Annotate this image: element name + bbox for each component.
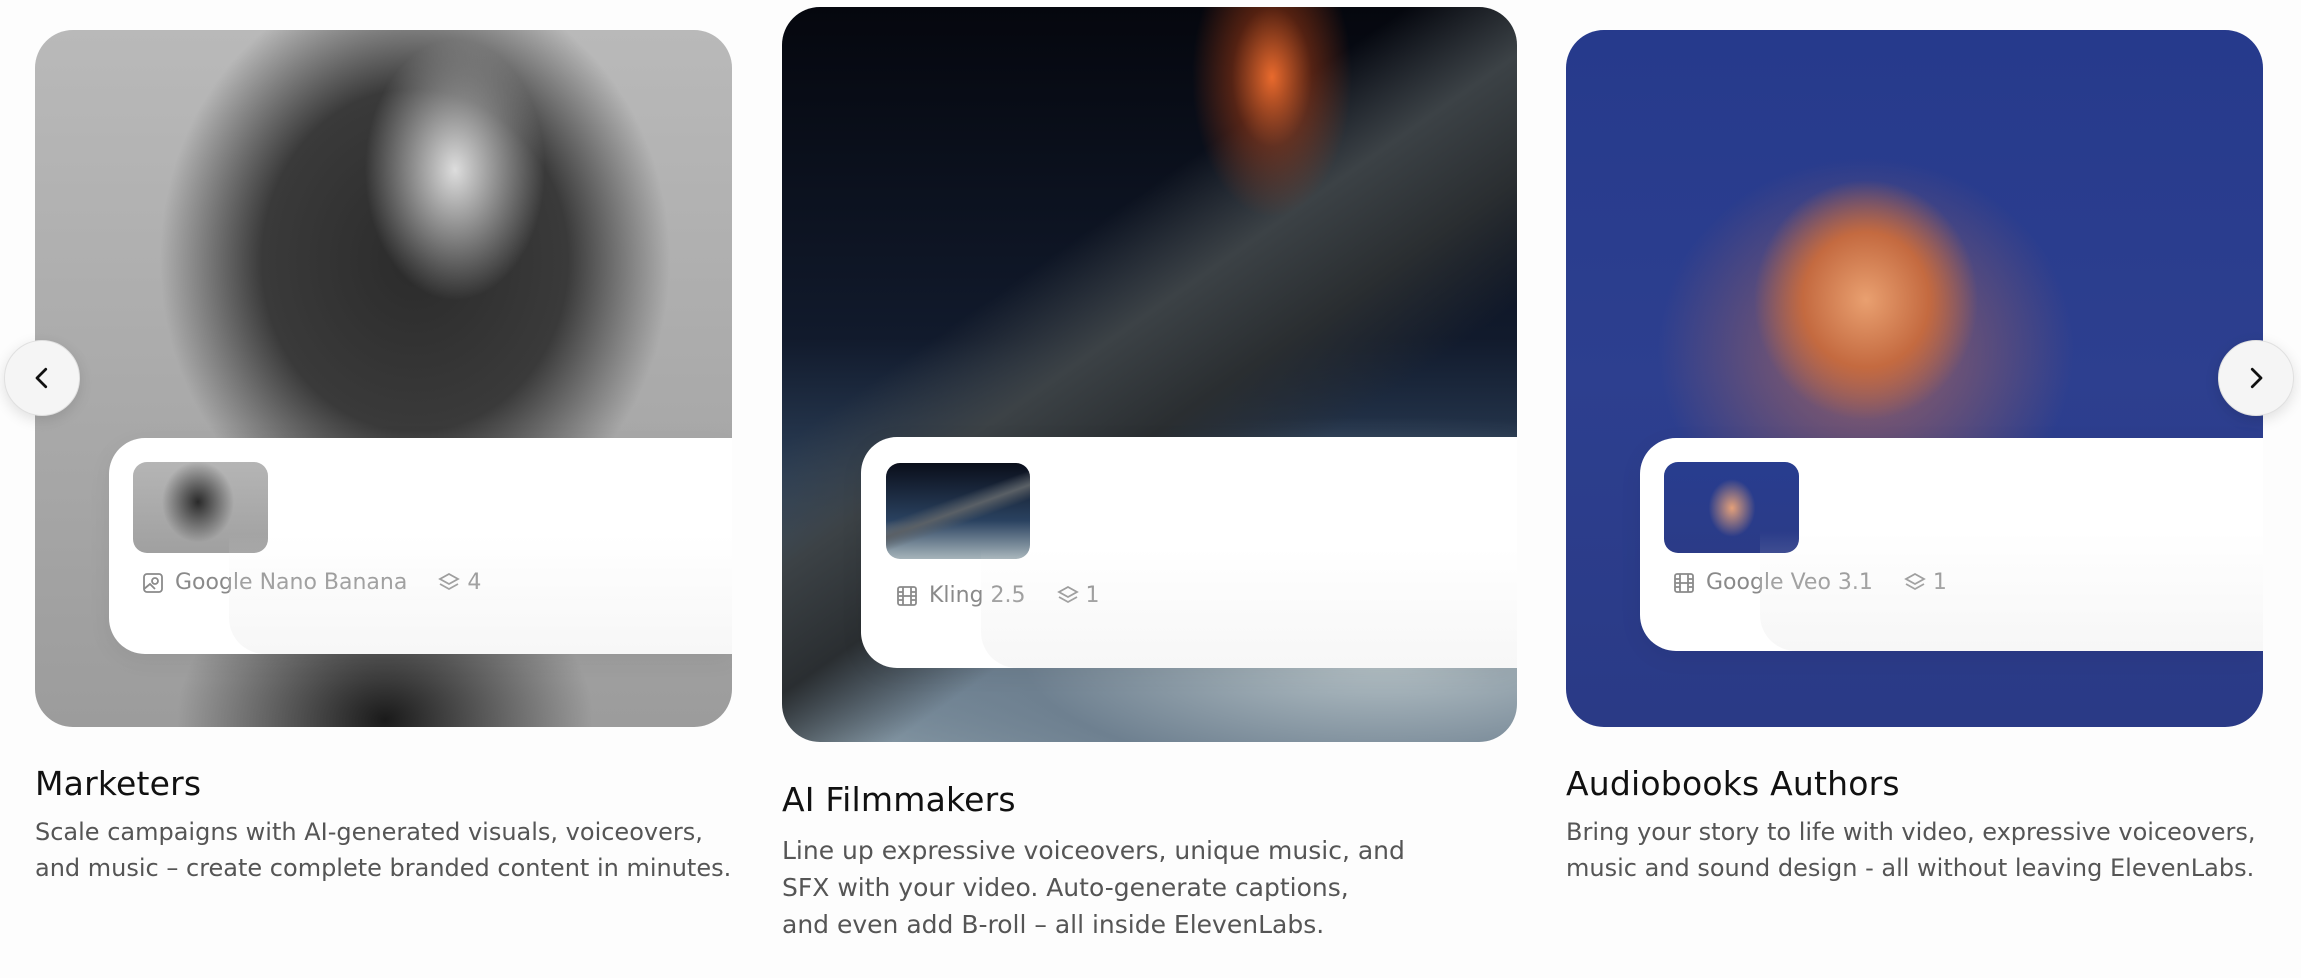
info-panel: Kling 2.5 1 <box>861 437 1517 668</box>
model-meta: Google Veo 3.1 1 <box>1672 570 1947 595</box>
info-panel: Google Nano Banana 4 <box>109 438 732 654</box>
thumbnail <box>133 462 268 553</box>
card-description: Scale campaigns with AI-generated visual… <box>35 818 732 882</box>
count-value: 1 <box>1085 583 1100 608</box>
image-icon <box>143 572 163 593</box>
count-value: 1 <box>1932 570 1947 595</box>
carousel-prev-button[interactable] <box>4 340 80 416</box>
card-description: Line up expressive voiceovers, unique mu… <box>782 836 1405 939</box>
card-title: Audiobooks Authors <box>1566 764 1900 803</box>
card-marketers[interactable]: Google Nano Banana 4 Marketers Scale cam… <box>0 0 760 978</box>
card-ai-filmmakers[interactable]: Kling 2.5 1 AI Filmmakers Line up expres… <box>760 0 1560 978</box>
thumbnail <box>886 463 1030 559</box>
chevron-left-icon <box>35 367 48 389</box>
layers-icon <box>438 572 461 590</box>
card-title: AI Filmmakers <box>782 780 1016 819</box>
film-icon <box>1674 572 1694 593</box>
info-panel: Google Veo 3.1 1 <box>1640 438 2263 651</box>
card-image: Google Veo 3.1 1 <box>1566 30 2263 727</box>
layer-count: 1 <box>1056 583 1100 608</box>
layers-icon <box>1056 585 1079 603</box>
layer-count: 1 <box>1903 570 1947 595</box>
card-image: Kling 2.5 1 <box>782 7 1517 742</box>
model-name: Google Nano Banana <box>175 570 408 595</box>
card-title: Marketers <box>35 764 202 803</box>
model-name: Google Veo 3.1 <box>1706 570 1873 595</box>
layers-icon <box>1904 572 1926 590</box>
thumbnail <box>1664 462 1799 553</box>
model-meta: Google Nano Banana 4 <box>141 570 481 595</box>
card-audiobooks-authors[interactable]: Google Veo 3.1 1 Audiobooks Authors Brin… <box>1560 0 2301 978</box>
model-meta: Kling 2.5 1 <box>895 583 1100 608</box>
card-image: Google Nano Banana 4 <box>35 30 732 727</box>
model-name: Kling 2.5 <box>929 583 1026 608</box>
chevron-right-icon <box>2250 367 2263 389</box>
card-description: Bring your story to life with video, exp… <box>1566 818 2256 882</box>
film-icon <box>897 585 917 606</box>
layer-count: 4 <box>437 570 481 595</box>
carousel-next-button[interactable] <box>2218 340 2294 416</box>
use-case-carousel: Google Nano Banana 4 Marketers Scale cam… <box>0 0 2301 978</box>
count-value: 4 <box>467 570 482 595</box>
